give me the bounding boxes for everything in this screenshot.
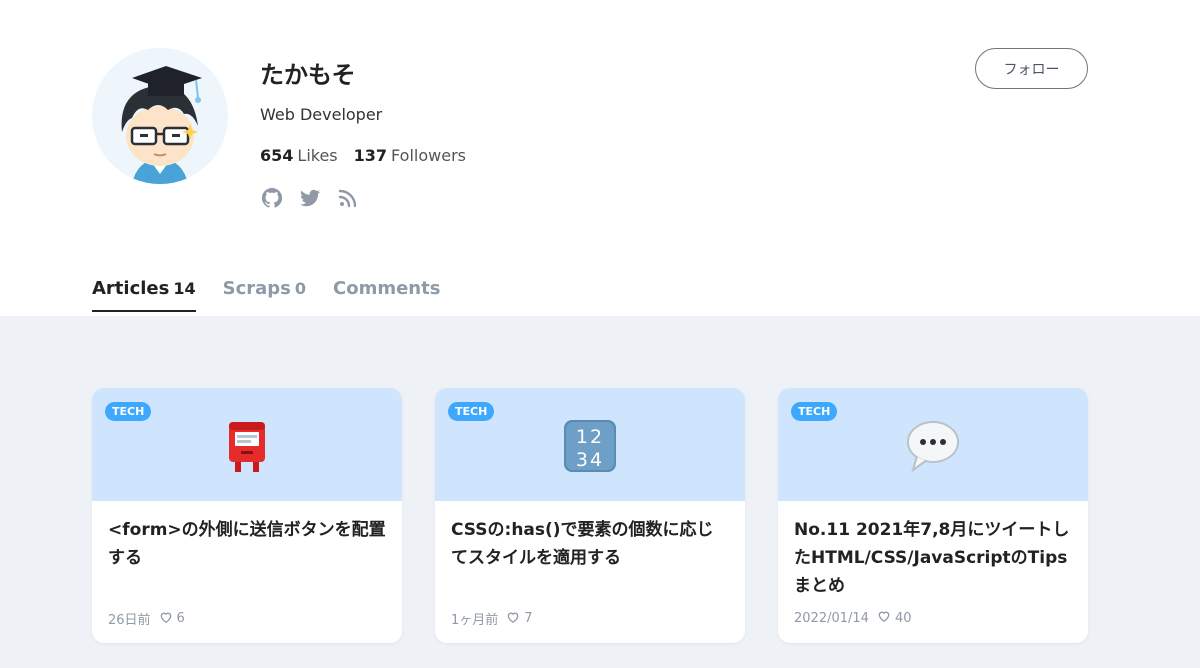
article-card-header: TECH 12 34 xyxy=(435,388,745,501)
article-title: <form>の外側に送信ボタンを配置する xyxy=(108,520,386,568)
svg-text:34: 34 xyxy=(576,449,604,471)
user-name: たかもそ xyxy=(260,61,356,89)
article-card[interactable]: TECH <form>の外側に送信ボタンを配置する 26日前 6 xyxy=(92,388,402,643)
article-card-header: TECH xyxy=(92,388,402,501)
followers-count: 137 xyxy=(353,146,388,165)
tab-label: Articles xyxy=(92,278,170,299)
tab-scraps[interactable]: Scraps 0 xyxy=(223,278,306,312)
article-likes: 40 xyxy=(877,609,912,627)
likes-count: 654 xyxy=(260,146,294,165)
follow-button[interactable]: フォロー xyxy=(975,48,1088,89)
article-title: CSSの:has()で要素の個数に応じてスタイルを適用する xyxy=(451,520,714,568)
user-stats: 654 Likes 137 Followers xyxy=(260,146,466,165)
svg-text:12: 12 xyxy=(576,426,604,448)
twitter-icon[interactable] xyxy=(298,186,322,210)
input-numbers-icon: 12 34 xyxy=(562,418,618,474)
article-card-header: TECH xyxy=(778,388,1088,501)
tech-badge: TECH xyxy=(791,402,838,421)
likes-stat: 654 Likes xyxy=(260,146,338,165)
article-title: No.11 2021年7,8月にツイートしたHTML/CSS/JavaScrip… xyxy=(794,520,1070,596)
tab-comments[interactable]: Comments xyxy=(333,278,440,312)
speech-balloon-icon xyxy=(905,418,961,474)
article-date: 1ヶ月前 xyxy=(451,613,499,628)
rss-icon[interactable] xyxy=(336,186,360,210)
heart-icon xyxy=(877,609,891,627)
article-card[interactable]: TECH 12 34 CSSの:has()で要素の個数に応じてスタイルを適用する… xyxy=(435,388,745,643)
likes-count: 40 xyxy=(894,610,912,626)
likes-count: 7 xyxy=(524,611,533,626)
tab-label: Comments xyxy=(333,278,441,299)
heart-icon xyxy=(506,610,520,628)
article-meta: 2022/01/14 40 xyxy=(794,609,911,627)
likes-label: Likes xyxy=(297,146,338,165)
article-date: 26日前 xyxy=(108,613,151,628)
tech-badge: TECH xyxy=(448,402,495,421)
avatar-illustration xyxy=(92,48,228,184)
followers-label: Followers xyxy=(391,146,466,165)
likes-count: 6 xyxy=(176,611,185,626)
user-bio: Web Developer xyxy=(260,105,383,124)
article-likes: 7 xyxy=(506,610,533,628)
tech-badge: TECH xyxy=(105,402,152,421)
articles-list: TECH <form>の外側に送信ボタンを配置する 26日前 6 TECH 12… xyxy=(0,316,1200,668)
heart-icon xyxy=(159,610,173,628)
postbox-icon xyxy=(219,418,275,474)
profile-tabs: Articles 14 Scraps 0 Comments xyxy=(92,278,440,312)
profile-header: たかもそ Web Developer 654 Likes 137 Followers… xyxy=(0,0,1200,316)
social-links xyxy=(260,186,360,210)
article-likes: 6 xyxy=(159,610,185,628)
github-icon[interactable] xyxy=(260,186,284,210)
tab-articles[interactable]: Articles 14 xyxy=(92,278,196,312)
article-meta: 26日前 6 xyxy=(108,609,185,628)
article-meta: 1ヶ月前 7 xyxy=(451,609,533,628)
tab-count: 0 xyxy=(294,279,307,298)
avatar[interactable] xyxy=(92,48,228,184)
followers-stat[interactable]: 137 Followers xyxy=(354,146,466,165)
tab-count: 14 xyxy=(173,279,196,298)
article-date: 2022/01/14 xyxy=(794,610,869,626)
article-card[interactable]: TECH No.11 2021年7,8月にツイートしたHTML/CSS/Java… xyxy=(778,388,1088,643)
tab-label: Scraps xyxy=(222,278,291,299)
